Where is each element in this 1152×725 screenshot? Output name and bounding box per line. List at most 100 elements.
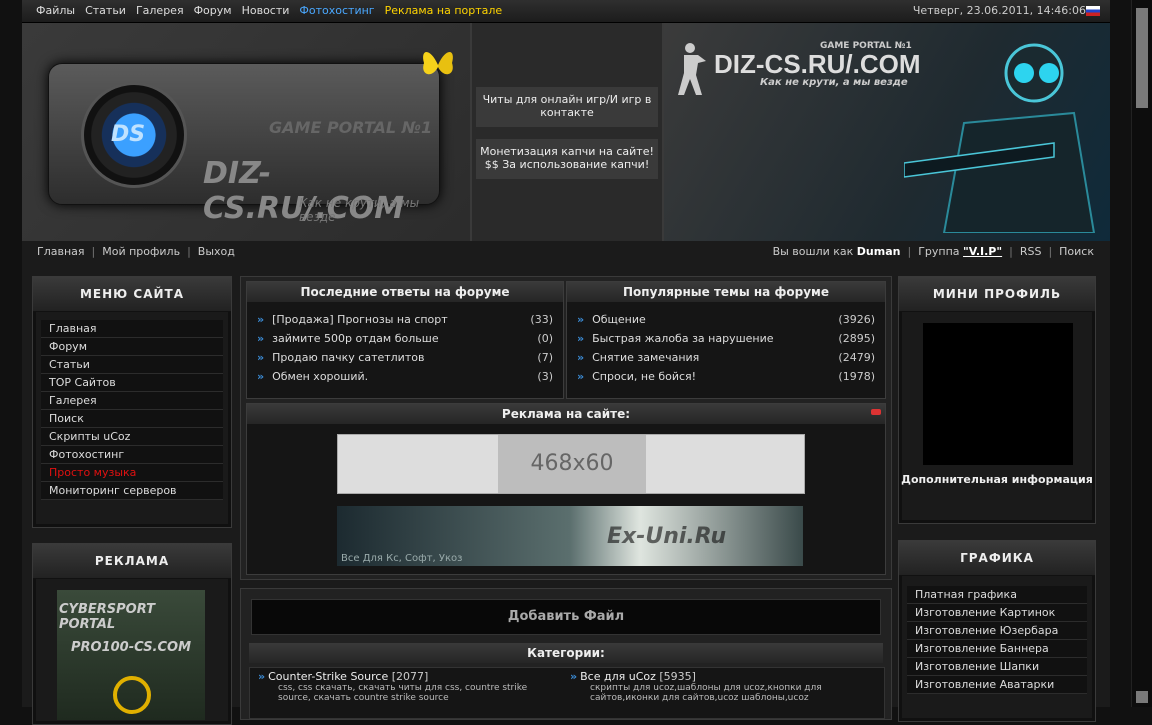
graphics-title: ГРАФИКА xyxy=(899,541,1095,576)
forum-row[interactable]: Спроси, не бойся! (1978) xyxy=(577,367,875,386)
logo-slogan: Как не крути, а мы везде xyxy=(299,196,420,224)
forum-topic[interactable]: займите 500р отдам больше xyxy=(257,329,438,348)
forum-row[interactable]: займите 500р отдам больше (0) xyxy=(257,329,553,348)
scrollbar-thumb[interactable] xyxy=(1136,8,1148,108)
forum-row[interactable]: Обмен хороший. (3) xyxy=(257,367,553,386)
graphics-item-avatar[interactable]: Изготовление Аватарки xyxy=(907,676,1087,694)
mini-profile-box: МИНИ ПРОФИЛЬ Дополнительная информация xyxy=(898,276,1096,524)
forum-row[interactable]: Снятие замечания (2479) xyxy=(577,348,875,367)
group-label: Группа xyxy=(918,245,960,258)
top-nav-files[interactable]: Файлы xyxy=(36,4,75,17)
menu-item-music[interactable]: Просто музыка xyxy=(41,464,223,482)
forum-topic[interactable]: Спроси, не бойся! xyxy=(577,367,696,386)
forum-row[interactable]: Общение (3926) xyxy=(577,310,875,329)
ad-banner-exuni[interactable]: Ex-Uni.Ru Все Для Кс, Софт, Укоз xyxy=(337,506,803,566)
menu-item-gallery[interactable]: Галерея xyxy=(41,392,223,410)
nav-logout-link[interactable]: Выход xyxy=(198,245,235,258)
latest-forum-panel: Последние ответы на форуме [Продажа] Про… xyxy=(246,281,564,399)
popular-forum-title: Популярные темы на форуме xyxy=(567,282,885,302)
category-description: css, css скачать, скачать читы для css, … xyxy=(278,683,528,703)
category-count: [2077] xyxy=(391,670,429,683)
add-file-button[interactable]: Добавить Файл xyxy=(251,599,881,635)
top-nav-gallery[interactable]: Галерея xyxy=(136,4,184,17)
latest-forum-list: [Продажа] Прогнозы на спорт (33) займите … xyxy=(247,302,563,386)
menu-item-forum[interactable]: Форум xyxy=(41,338,223,356)
banner-slogan: Как не крути, а мы везде xyxy=(760,77,908,88)
forum-count: (1978) xyxy=(838,370,875,383)
category-description: скрипты для ucoz,шаблоны для ucoz,кнопки… xyxy=(590,683,822,703)
forum-count: (7) xyxy=(537,351,553,364)
site-wrapper: Файлы Статьи Галерея Форум Новости Фотох… xyxy=(22,0,1110,725)
categories-list: Counter-Strike Source [2077] css, css ск… xyxy=(249,667,885,719)
site-menu-title: МЕНЮ САЙТА xyxy=(33,277,231,312)
site-ads-title: Реклама на сайте: xyxy=(247,404,885,424)
menu-item-home[interactable]: Главная xyxy=(41,320,223,338)
latest-forum-title: Последние ответы на форуме xyxy=(247,282,563,302)
category-item: Counter-Strike Source [2077] css, css ск… xyxy=(258,670,558,703)
top-nav: Файлы Статьи Галерея Форум Новости Фотох… xyxy=(36,4,502,17)
avatar[interactable] xyxy=(923,323,1073,465)
header-link-captcha[interactable]: Монетизация капчи на сайте! $$ За исполь… xyxy=(476,139,658,179)
graphics-item-banner[interactable]: Изготовление Баннера xyxy=(907,640,1087,658)
menu-item-search[interactable]: Поиск xyxy=(41,410,223,428)
top-bar: Файлы Статьи Галерея Форум Новости Фотох… xyxy=(22,0,1110,23)
nav-home-link[interactable]: Главная xyxy=(37,245,85,258)
butterfly-icon xyxy=(423,52,453,75)
ad-image[interactable]: CYBERSPORT PORTAL PRO100-CS.COM xyxy=(57,590,205,720)
header-banner[interactable]: GAME PORTAL №1 DIZ-CS.RU/.COM Как не кру… xyxy=(664,23,1110,241)
user-nav-left: Главная | Мой профиль | Выход xyxy=(37,245,235,258)
user-nav-right: Вы вошли как Duman | Группа "V.I.P" | RSS | По… xyxy=(772,245,1094,258)
forum-count: (3) xyxy=(537,370,553,383)
top-nav-articles[interactable]: Статьи xyxy=(85,4,126,17)
russian-flag-icon[interactable] xyxy=(1086,6,1100,16)
forum-topic[interactable]: [Продажа] Прогнозы на спорт xyxy=(257,310,448,329)
search-link[interactable]: Поиск xyxy=(1059,245,1094,258)
ad-banner-caption: Все Для Кс, Софт, Укоз xyxy=(341,553,463,564)
graphics-item-userbar[interactable]: Изготовление Юзербара xyxy=(907,622,1087,640)
top-nav-news[interactable]: Новости xyxy=(242,4,290,17)
forum-topic[interactable]: Обмен хороший. xyxy=(257,367,368,386)
forum-count: (0) xyxy=(537,332,553,345)
forum-count: (2895) xyxy=(838,332,875,345)
graphics-item-header[interactable]: Изготовление Шапки xyxy=(907,658,1087,676)
logo-tagline: GAME PORTAL №1 xyxy=(269,118,433,137)
logged-as-label: Вы вошли как xyxy=(772,245,854,258)
menu-item-ucoz-scripts[interactable]: Скрипты uCoz xyxy=(41,428,223,446)
profile-info-link[interactable]: Дополнительная информация xyxy=(899,473,1095,486)
logo-abbr: DS xyxy=(111,122,146,147)
graphics-item-pictures[interactable]: Изготовление Картинок xyxy=(907,604,1087,622)
top-nav-forum[interactable]: Форум xyxy=(194,4,232,17)
top-nav-advertising[interactable]: Реклама на портале xyxy=(385,4,503,17)
category-name[interactable]: Counter-Strike Source xyxy=(268,670,388,683)
scrollbar-down-button[interactable] xyxy=(1136,691,1148,703)
collapse-icon[interactable] xyxy=(871,409,881,415)
menu-item-photohosting[interactable]: Фотохостинг xyxy=(41,446,223,464)
forum-row[interactable]: Быстрая жалоба за нарушение (2895) xyxy=(577,329,875,348)
rss-link[interactable]: RSS xyxy=(1020,245,1042,258)
category-name[interactable]: Все для uCoz xyxy=(580,670,656,683)
top-nav-photohosting[interactable]: Фотохостинг xyxy=(299,4,374,17)
forum-topic[interactable]: Быстрая жалоба за нарушение xyxy=(577,329,773,348)
forum-count: (2479) xyxy=(838,351,875,364)
site-logo[interactable]: DS GAME PORTAL №1 DIZ-CS.RU/.COM Как не … xyxy=(48,63,440,226)
forum-row[interactable]: Продаю пачку сатетлитов (7) xyxy=(257,348,553,367)
category-item: Все для uCoz [5935] скрипты для ucoz,шаб… xyxy=(570,670,870,703)
menu-item-top-sites[interactable]: TOP Сайтов xyxy=(41,374,223,392)
forum-topic[interactable]: Продаю пачку сатетлитов xyxy=(257,348,424,367)
group-name: "V.I.P" xyxy=(963,245,1003,258)
header-link-cheats[interactable]: Читы для онлайн игр/И игр в контакте xyxy=(476,87,658,127)
forum-topic[interactable]: Общение xyxy=(577,310,646,329)
ad-banner-468[interactable]: 468x60 xyxy=(337,434,805,494)
username-link[interactable]: Duman xyxy=(857,245,901,258)
ad-logo-icon xyxy=(113,676,151,714)
graphics-item-paid[interactable]: Платная графика xyxy=(907,586,1087,604)
date-time: Четверг, 23.06.2011, 14:46:06 xyxy=(912,4,1086,17)
forum-topic[interactable]: Снятие замечания xyxy=(577,348,699,367)
page-scrollbar[interactable] xyxy=(1131,0,1152,707)
forum-row[interactable]: [Продажа] Прогнозы на спорт (33) xyxy=(257,310,553,329)
menu-item-articles[interactable]: Статьи xyxy=(41,356,223,374)
ad-banner-brand: Ex-Uni.Ru xyxy=(607,524,727,549)
site-ads-panel: Реклама на сайте: 468x60 Ex-Uni.Ru Все Д… xyxy=(246,403,886,575)
nav-profile-link[interactable]: Мой профиль xyxy=(102,245,180,258)
menu-item-server-monitoring[interactable]: Мониторинг серверов xyxy=(41,482,223,500)
